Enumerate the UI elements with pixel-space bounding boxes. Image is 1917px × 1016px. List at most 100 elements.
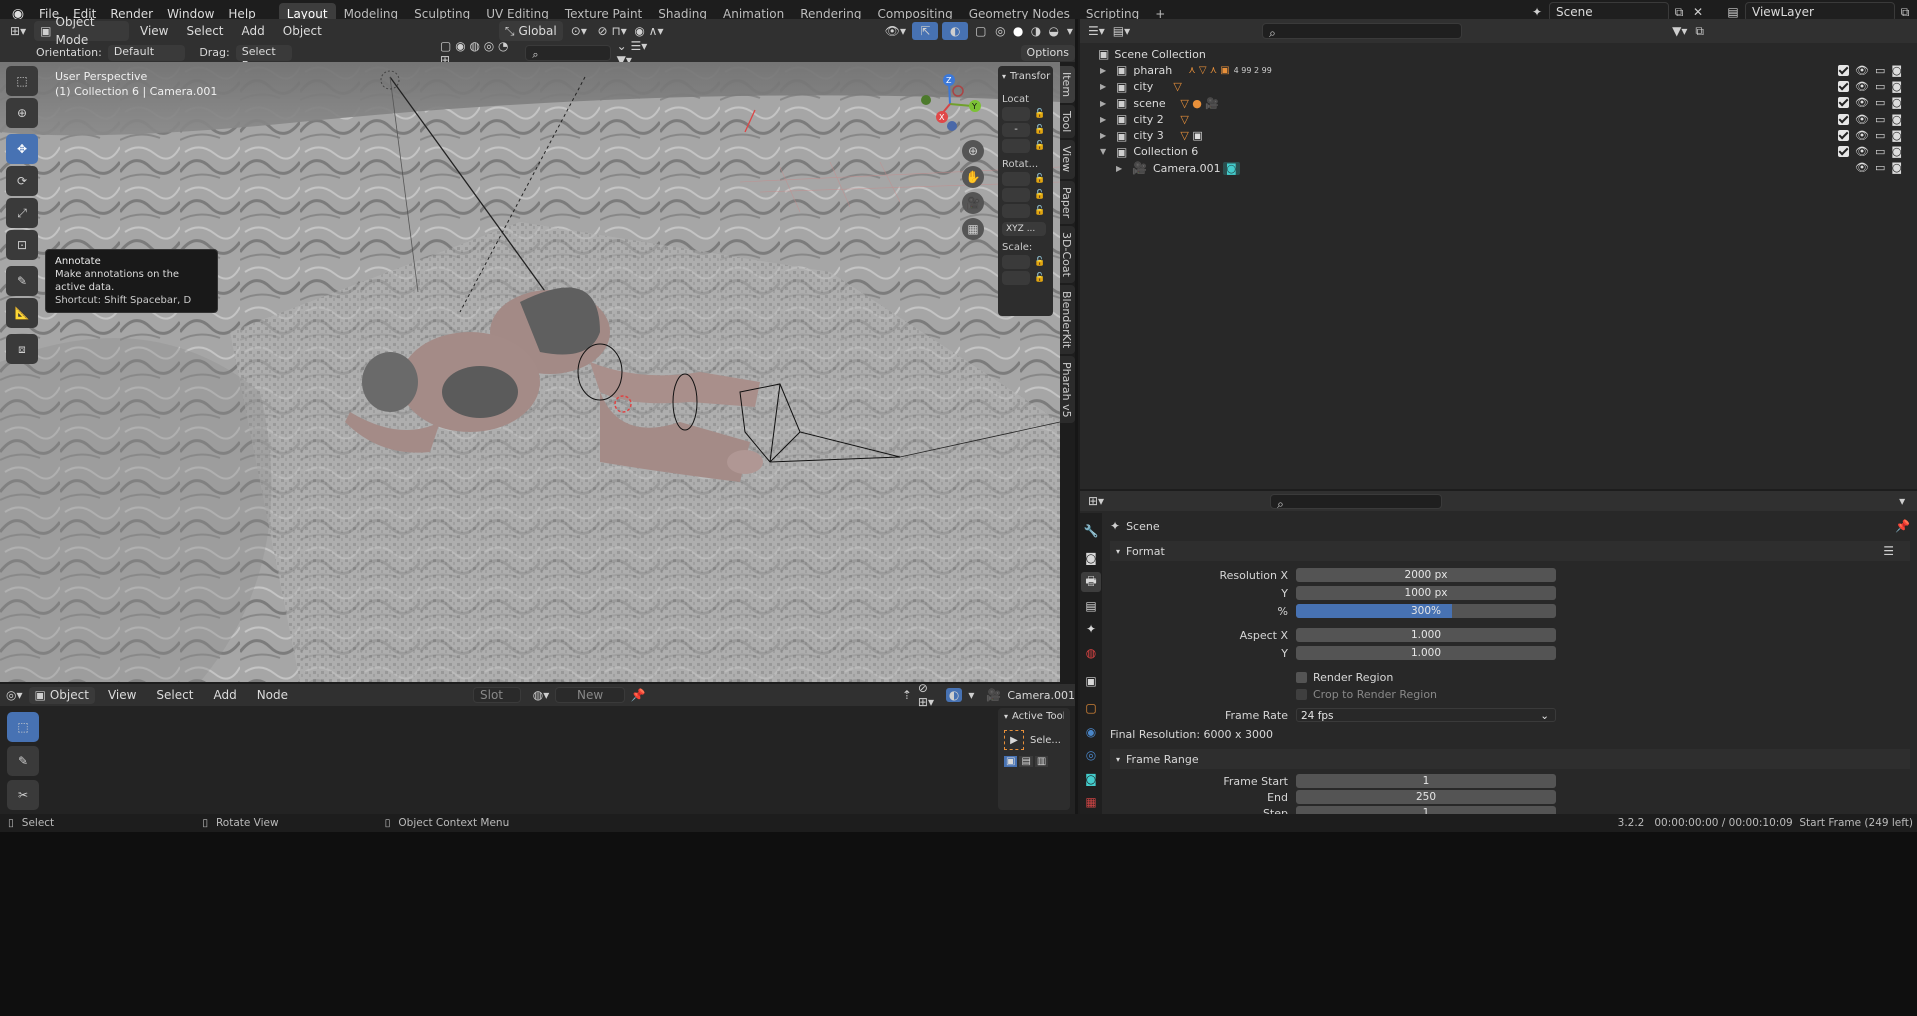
- lock-icon[interactable]: 🔓: [1034, 273, 1045, 283]
- cursor-tool[interactable]: ⊕: [6, 98, 38, 128]
- vp-menu-add[interactable]: Add: [235, 20, 272, 42]
- loc-y-field[interactable]: -: [1002, 123, 1030, 137]
- set-selection-icon[interactable]: ▣: [1004, 756, 1018, 767]
- pin-icon[interactable]: 📌: [631, 688, 646, 702]
- node-annotate-tool[interactable]: ✎: [7, 746, 39, 776]
- add-cube-tool[interactable]: ⧈: [6, 334, 38, 364]
- rot-y-field[interactable]: [1002, 188, 1030, 202]
- camera-render-icon[interactable]: ◙: [1891, 129, 1902, 142]
- wireframe-shading-icon[interactable]: ◎: [993, 24, 1007, 38]
- eye-icon[interactable]: 👁: [1855, 145, 1869, 158]
- rot-z-field[interactable]: [1002, 204, 1030, 218]
- exclude-checkbox[interactable]: [1838, 129, 1849, 141]
- gizmo-toggle-icon[interactable]: ⇱: [912, 22, 939, 40]
- monitor-icon[interactable]: ▭: [1875, 161, 1885, 174]
- viewlayer-icon[interactable]: ▤: [1721, 5, 1745, 19]
- render-region-checkbox[interactable]: [1296, 671, 1307, 683]
- render-tab-icon[interactable]: ◙: [1081, 549, 1101, 569]
- display-mode-icon[interactable]: ▤▾: [1113, 24, 1130, 38]
- crop-region-checkbox[interactable]: [1296, 688, 1307, 700]
- drag-dropdown[interactable]: Select Box: [235, 44, 293, 72]
- new-scene-icon[interactable]: ⧉: [1669, 5, 1689, 20]
- shader-editor[interactable]: ◎▾ ▣ Object View Select Add Node Slot ◍▾…: [0, 681, 1075, 814]
- xray-icon[interactable]: ▢: [972, 24, 989, 38]
- material-browse-icon[interactable]: ◍▾: [533, 688, 550, 702]
- render-region-row[interactable]: Render Region: [1110, 669, 1910, 685]
- tab-paper[interactable]: Paper: [1060, 180, 1075, 224]
- measure-tool[interactable]: 📐: [6, 298, 38, 328]
- resolution-percent-slider[interactable]: 300%: [1296, 604, 1556, 618]
- solid-shading-icon[interactable]: ●: [1011, 24, 1025, 38]
- slot-dropdown[interactable]: Slot: [473, 687, 521, 703]
- lock-icon[interactable]: 🔓: [1034, 174, 1045, 184]
- eye-icon[interactable]: 👁: [1855, 80, 1869, 93]
- scale-tool[interactable]: ⤢: [6, 198, 38, 228]
- ortho-grid-icon[interactable]: ▦: [962, 218, 984, 240]
- pan-hand-icon[interactable]: ✋: [962, 166, 984, 188]
- options-button[interactable]: Options: [1020, 44, 1075, 61]
- node-select-tool[interactable]: ⬚: [7, 712, 39, 742]
- shader-menu-select[interactable]: Select: [149, 684, 200, 706]
- zoom-icon[interactable]: ⊕: [962, 140, 984, 162]
- format-panel-header[interactable]: ▾ Format ☰: [1110, 541, 1910, 561]
- loc-x-field[interactable]: [1002, 107, 1030, 121]
- expand-icon[interactable]: ▶: [1116, 164, 1126, 173]
- lock-icon[interactable]: 🔓: [1034, 190, 1045, 200]
- lock-icon[interactable]: 🔓: [1034, 109, 1045, 119]
- collection-tab-icon[interactable]: ▣: [1081, 671, 1101, 691]
- orientation-dropdown[interactable]: Default: [107, 44, 186, 61]
- frame-end-field[interactable]: 250: [1296, 790, 1556, 804]
- snap-icon[interactable]: ⊘ ⊓▾: [595, 24, 630, 38]
- monitor-icon[interactable]: ▭: [1875, 129, 1885, 142]
- object-tab-icon[interactable]: ▢: [1081, 698, 1101, 718]
- tab-tool[interactable]: Tool: [1060, 105, 1075, 139]
- 3d-viewport[interactable]: User Perspective (1) Collection 6 | Came…: [0, 62, 1060, 682]
- exclude-checkbox[interactable]: [1838, 146, 1849, 158]
- editor-type-icon[interactable]: ⊞▾: [6, 24, 30, 38]
- render-shading-icon[interactable]: ◒: [1047, 24, 1061, 38]
- outliner-editor-icon[interactable]: ☰▾: [1088, 24, 1105, 38]
- lock-icon[interactable]: 🔓: [1034, 206, 1045, 216]
- active-tool-row[interactable]: ▶ Sele...: [1004, 730, 1064, 750]
- vp-menu-object[interactable]: Object: [276, 20, 329, 42]
- exclude-checkbox[interactable]: [1838, 97, 1849, 109]
- output-tab-icon[interactable]: 🖶: [1081, 572, 1101, 593]
- exclude-checkbox[interactable]: [1838, 64, 1849, 76]
- scene-tab-icon[interactable]: ✦: [1081, 620, 1101, 640]
- aspect-x-field[interactable]: 1.000: [1296, 628, 1556, 642]
- shader-editor-type-icon[interactable]: ◎▾: [6, 688, 23, 702]
- eye-icon[interactable]: 👁: [1855, 64, 1869, 77]
- camera-render-icon[interactable]: ◙: [1891, 161, 1902, 174]
- new-material-button[interactable]: New: [555, 687, 625, 703]
- world-tab-icon[interactable]: ◍: [1081, 643, 1101, 663]
- shader-menu-node[interactable]: Node: [250, 684, 295, 706]
- scene-icon[interactable]: ✦: [1525, 5, 1549, 19]
- material-shading-icon[interactable]: ◑: [1029, 24, 1043, 38]
- monitor-icon[interactable]: ▭: [1875, 113, 1885, 126]
- expand-icon[interactable]: ▶: [1100, 115, 1110, 124]
- navigation-gizmo[interactable]: Z Y X: [915, 72, 985, 136]
- camera-render-icon[interactable]: ◙: [1891, 145, 1902, 158]
- tab-pharah-v5[interactable]: Pharah v5: [1060, 355, 1075, 424]
- mode-selector[interactable]: ▣ Object Mode: [34, 15, 129, 47]
- tab-3d-coat[interactable]: 3D-Coat: [1060, 225, 1075, 283]
- area-divider[interactable]: [1075, 19, 1078, 814]
- shader-menu-add[interactable]: Add: [206, 684, 243, 706]
- scale-x-field[interactable]: [1002, 255, 1030, 269]
- presets-icon[interactable]: ☰: [1883, 544, 1894, 558]
- camera-render-icon[interactable]: ◙: [1891, 96, 1902, 109]
- monitor-icon[interactable]: ▭: [1875, 80, 1885, 93]
- transform-tool[interactable]: ⊡: [6, 230, 38, 260]
- tab-view[interactable]: View: [1060, 140, 1075, 179]
- proportional-edit-icon[interactable]: ◉ ∧▾: [633, 24, 664, 38]
- resolution-x-field[interactable]: 2000 px: [1296, 568, 1556, 582]
- select-box-tool[interactable]: ⬚: [6, 66, 38, 96]
- camera-render-icon[interactable]: ◙: [1891, 113, 1902, 126]
- outliner-row-pharah[interactable]: ▶ ▣ pharah ⋏ ▽ ⋏ ▣ 4 99 2 99: [1080, 62, 1917, 78]
- subtract-selection-icon[interactable]: ▥: [1034, 756, 1049, 767]
- lock-icon[interactable]: 🔓: [1034, 125, 1045, 135]
- camera-render-icon[interactable]: ◙: [1891, 80, 1902, 93]
- eye-icon[interactable]: 👁: [1855, 129, 1869, 142]
- scene-collection-row[interactable]: ▣ Scene Collection: [1080, 46, 1917, 62]
- outliner-row-city[interactable]: ▶ ▣ city ▽: [1080, 79, 1917, 95]
